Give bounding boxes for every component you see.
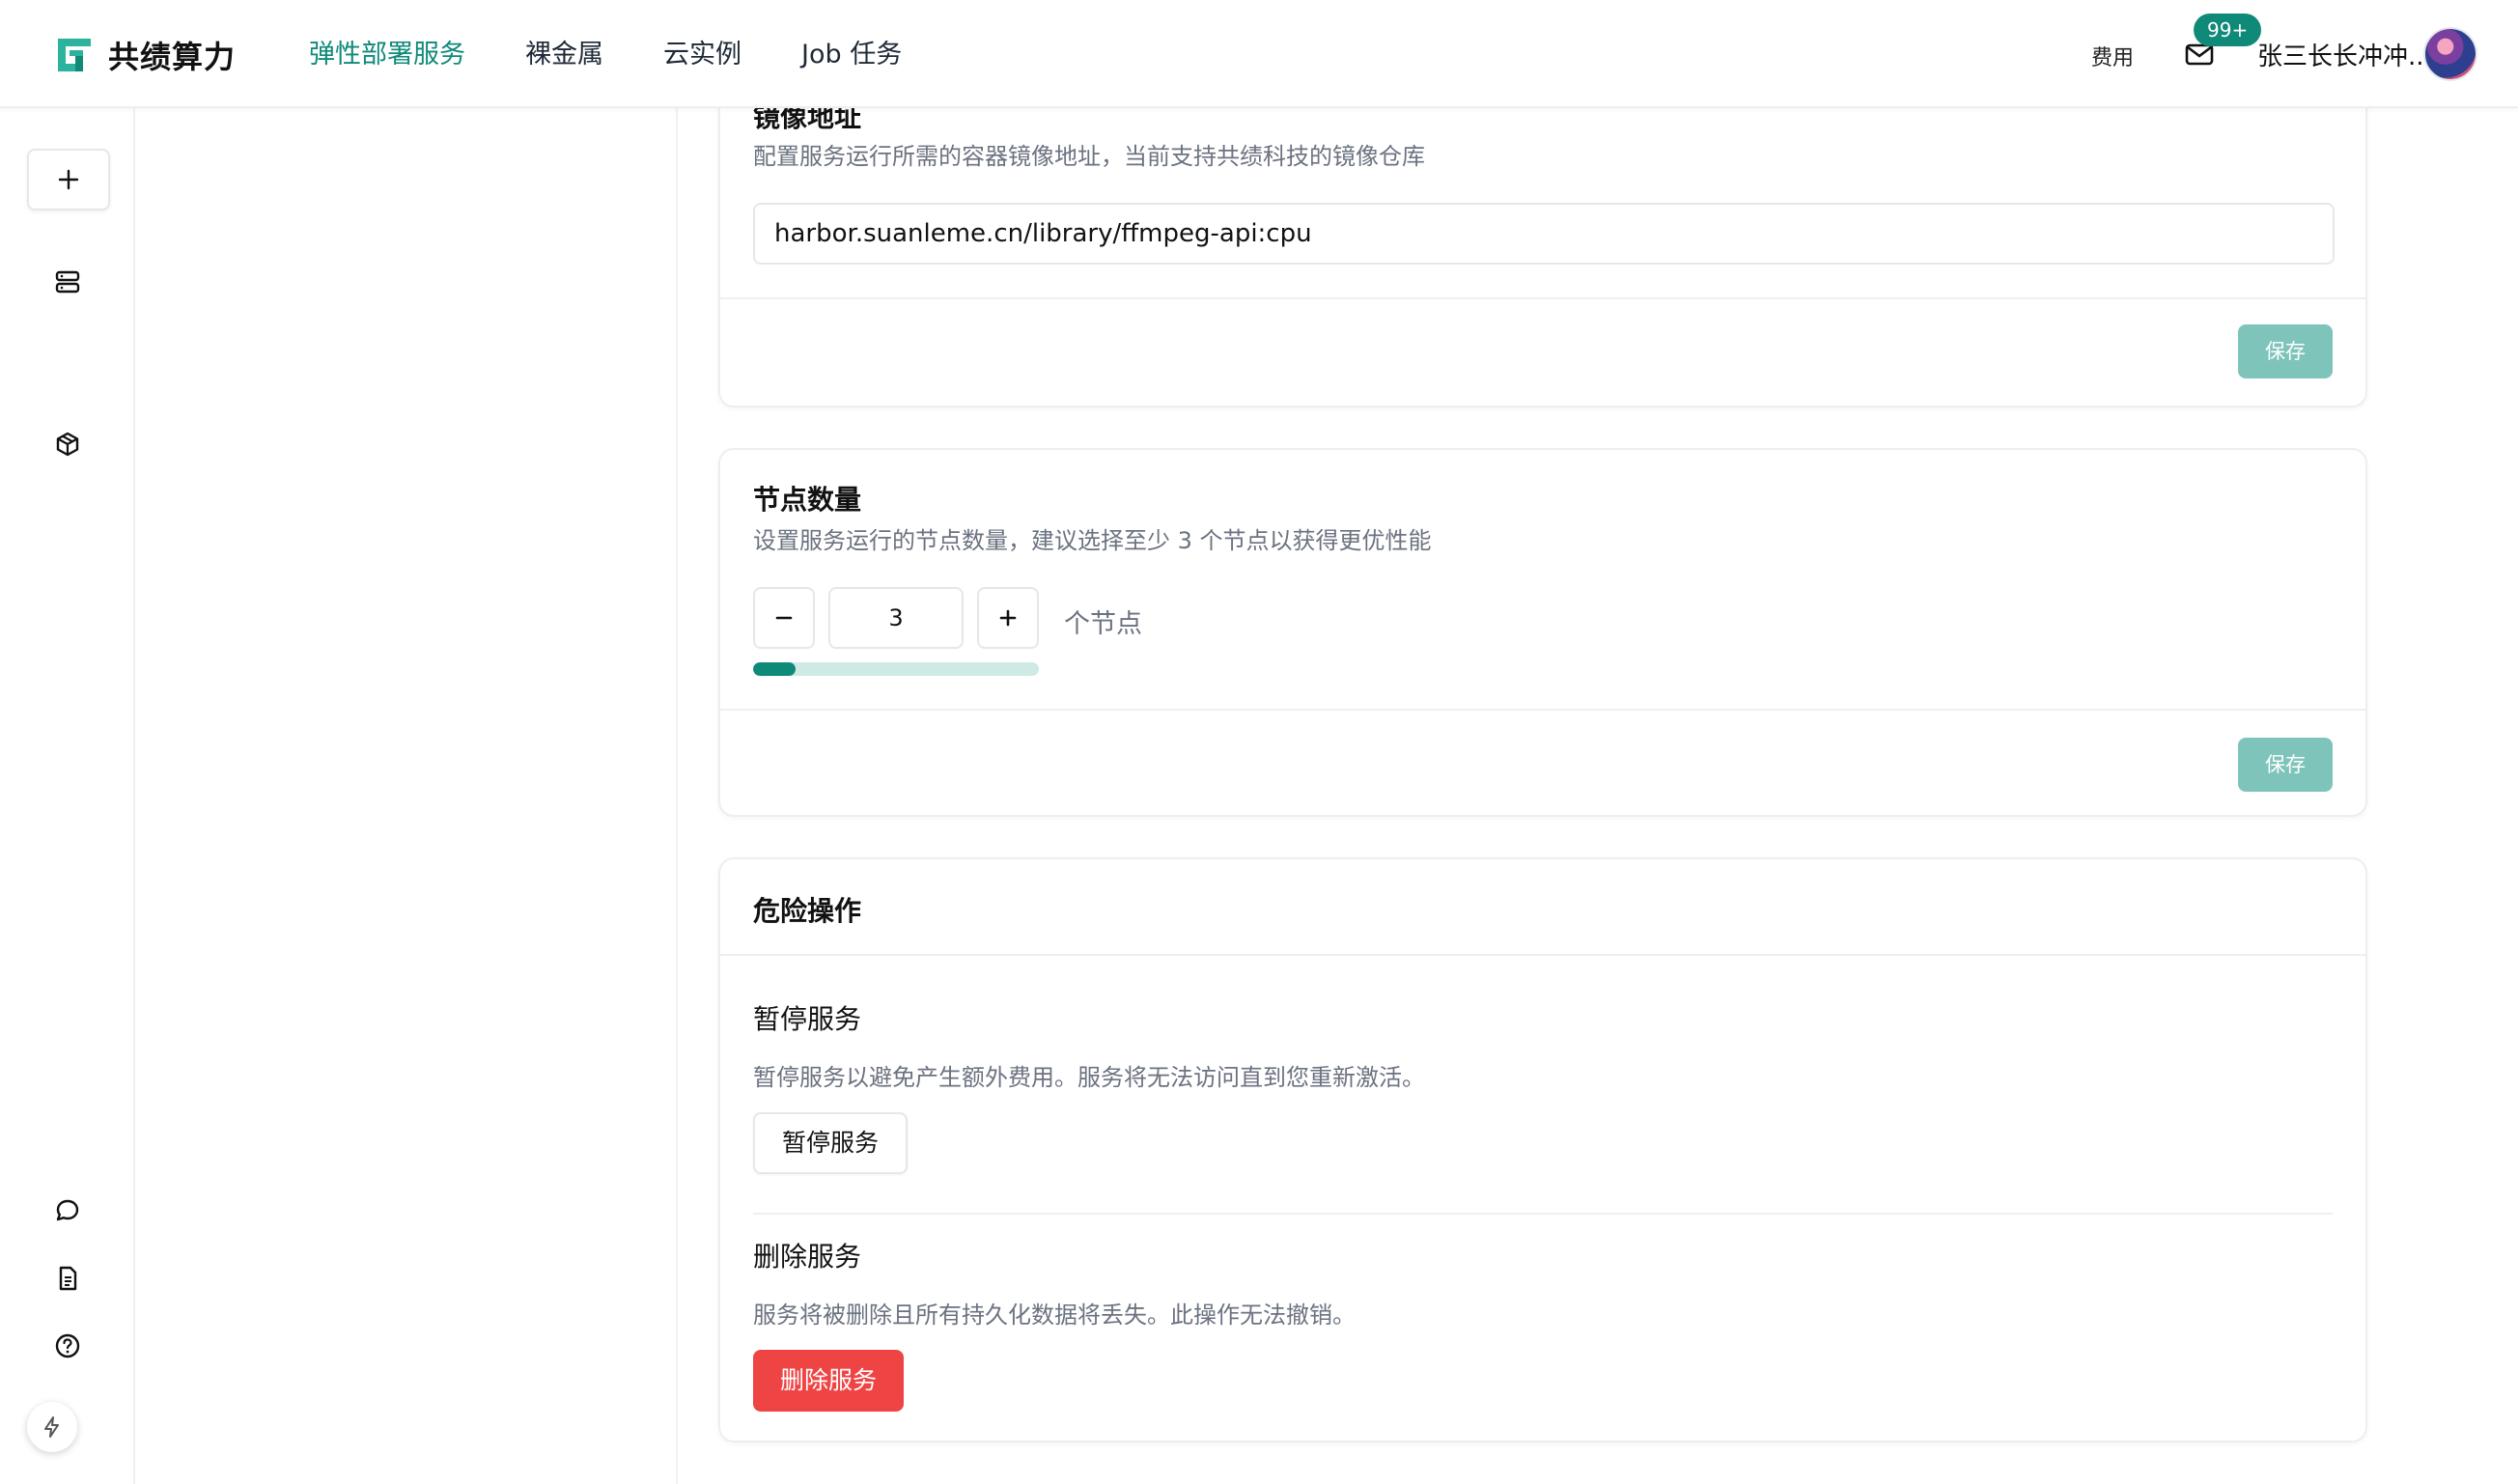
- pause-service-desc: 暂停服务以避免产生额外费用。服务将无法访问直到您重新激活。: [753, 1064, 1425, 1091]
- card-divider: [720, 709, 2365, 711]
- sidebar-item-docs[interactable]: [39, 1249, 97, 1307]
- sidebar-item-packages[interactable]: [39, 415, 97, 473]
- image-address-input[interactable]: harbor.suanleme.cn/library/ffmpeg-api:cp…: [753, 203, 2335, 265]
- main-nav: 弹性部署服务 裸金属 云实例 Job 任务: [309, 35, 962, 75]
- mail-count-badge: 99+: [2194, 14, 2262, 46]
- quick-action-button[interactable]: [27, 1402, 77, 1452]
- plus-icon: [58, 169, 79, 190]
- fee-link[interactable]: 费用: [2091, 41, 2134, 71]
- username[interactable]: 张三长长冲冲..: [2257, 37, 2424, 72]
- node-count-input[interactable]: 3: [828, 587, 964, 649]
- nav-job-task[interactable]: Job 任务: [801, 35, 902, 75]
- node-count-progress-fill: [753, 662, 797, 676]
- help-icon: [55, 1333, 80, 1358]
- nodes-card-desc: 设置服务运行的节点数量，建议选择至少 3 个节点以获得更优性能: [753, 527, 1432, 554]
- nav-bare-metal[interactable]: 裸金属: [525, 35, 603, 75]
- card-divider: [720, 297, 2365, 299]
- delete-service-desc: 服务将被删除且所有持久化数据将丢失。此操作无法撤销。: [753, 1302, 1356, 1329]
- chat-icon: [56, 1199, 79, 1221]
- brand-logo[interactable]: 共绩算力: [54, 33, 236, 77]
- plus-icon: [999, 609, 1017, 627]
- server-icon: [55, 270, 80, 294]
- decrement-button[interactable]: [753, 587, 815, 649]
- secondary-panel: [135, 108, 678, 1484]
- lightning-icon: [44, 1416, 59, 1438]
- add-button[interactable]: [27, 149, 110, 210]
- increment-button[interactable]: [977, 587, 1039, 649]
- save-image-button[interactable]: 保存: [2238, 324, 2333, 378]
- top-header: 共绩算力 弹性部署服务 裸金属 云实例 Job 任务 费用 99+ 张三长长冲冲…: [0, 0, 2518, 108]
- delete-service-title: 删除服务: [753, 1241, 862, 1273]
- pause-service-title: 暂停服务: [753, 1003, 862, 1035]
- danger-card-title: 危险操作: [753, 895, 862, 927]
- save-nodes-button[interactable]: 保存: [2238, 738, 2333, 792]
- package-icon: [56, 432, 79, 457]
- avatar[interactable]: [2423, 27, 2477, 81]
- brand-name: 共绩算力: [108, 39, 237, 75]
- node-unit-label: 个节点: [1064, 609, 1142, 639]
- sidebar-item-chat[interactable]: [39, 1182, 97, 1240]
- sidebar-item-servers[interactable]: [39, 253, 97, 311]
- pause-service-button[interactable]: 暂停服务: [753, 1112, 909, 1174]
- sidebar: [0, 108, 135, 1484]
- card-divider: [720, 954, 2365, 956]
- document-icon: [59, 1266, 77, 1291]
- nav-cloud-instance[interactable]: 云实例: [663, 35, 741, 75]
- danger-zone-card: 危险操作 暂停服务 暂停服务以避免产生额外费用。服务将无法访问直到您重新激活。 …: [718, 857, 2367, 1442]
- image-address-card: 镜像地址 配置服务运行所需的容器镜像地址，当前支持共绩科技的镜像仓库 harbo…: [718, 58, 2367, 407]
- section-divider: [753, 1213, 2333, 1215]
- minus-icon: [775, 616, 793, 620]
- delete-service-button[interactable]: 删除服务: [753, 1350, 905, 1412]
- nav-elastic-deploy[interactable]: 弹性部署服务: [309, 35, 465, 75]
- nodes-card-title: 节点数量: [753, 484, 862, 516]
- brand-logo-icon: [58, 39, 91, 71]
- node-count-progress: [753, 662, 1039, 676]
- node-count-card: 节点数量 设置服务运行的节点数量，建议选择至少 3 个节点以获得更优性能 3 个…: [718, 448, 2367, 817]
- sidebar-item-help[interactable]: [39, 1317, 97, 1375]
- image-card-desc: 配置服务运行所需的容器镜像地址，当前支持共绩科技的镜像仓库: [753, 143, 1425, 170]
